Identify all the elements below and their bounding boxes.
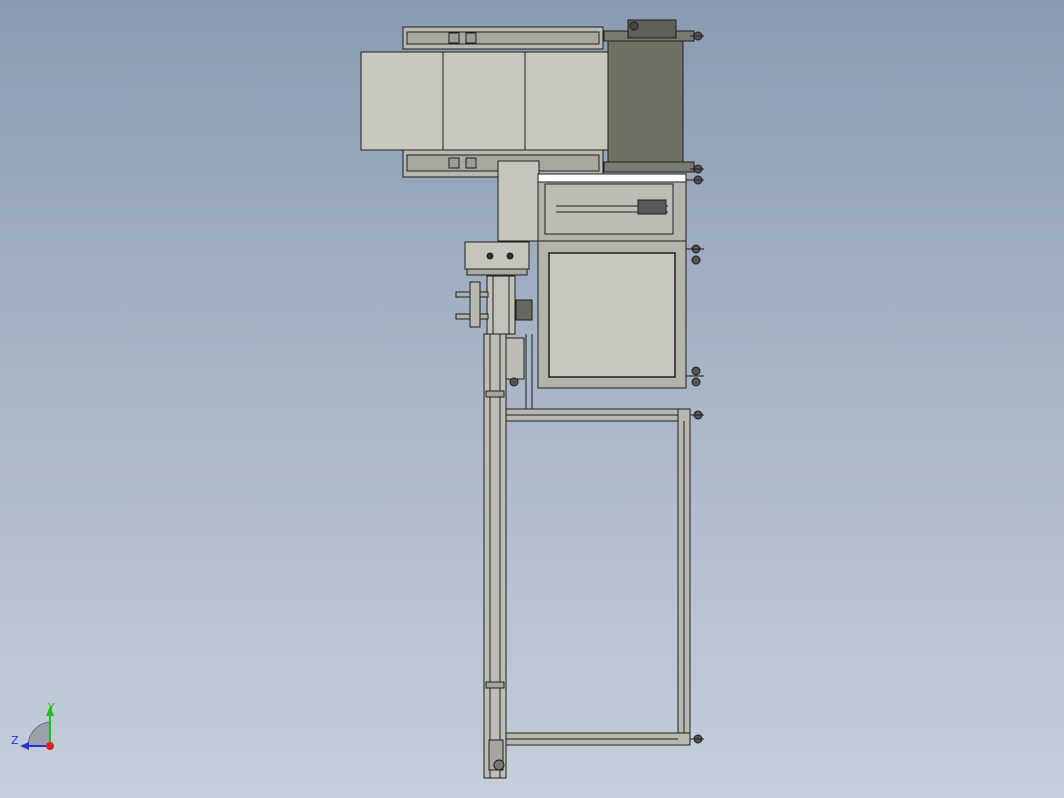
axis-triad: Y Z: [11, 701, 55, 750]
cad-viewport[interactable]: Y Z: [0, 0, 1064, 798]
z-axis-arrow-icon: [20, 742, 29, 750]
z-axis-label: Z: [11, 734, 19, 747]
x-axis-dot-icon: [46, 742, 54, 750]
triad-base-icon: [27, 721, 51, 747]
y-axis-label: Y: [47, 701, 55, 714]
